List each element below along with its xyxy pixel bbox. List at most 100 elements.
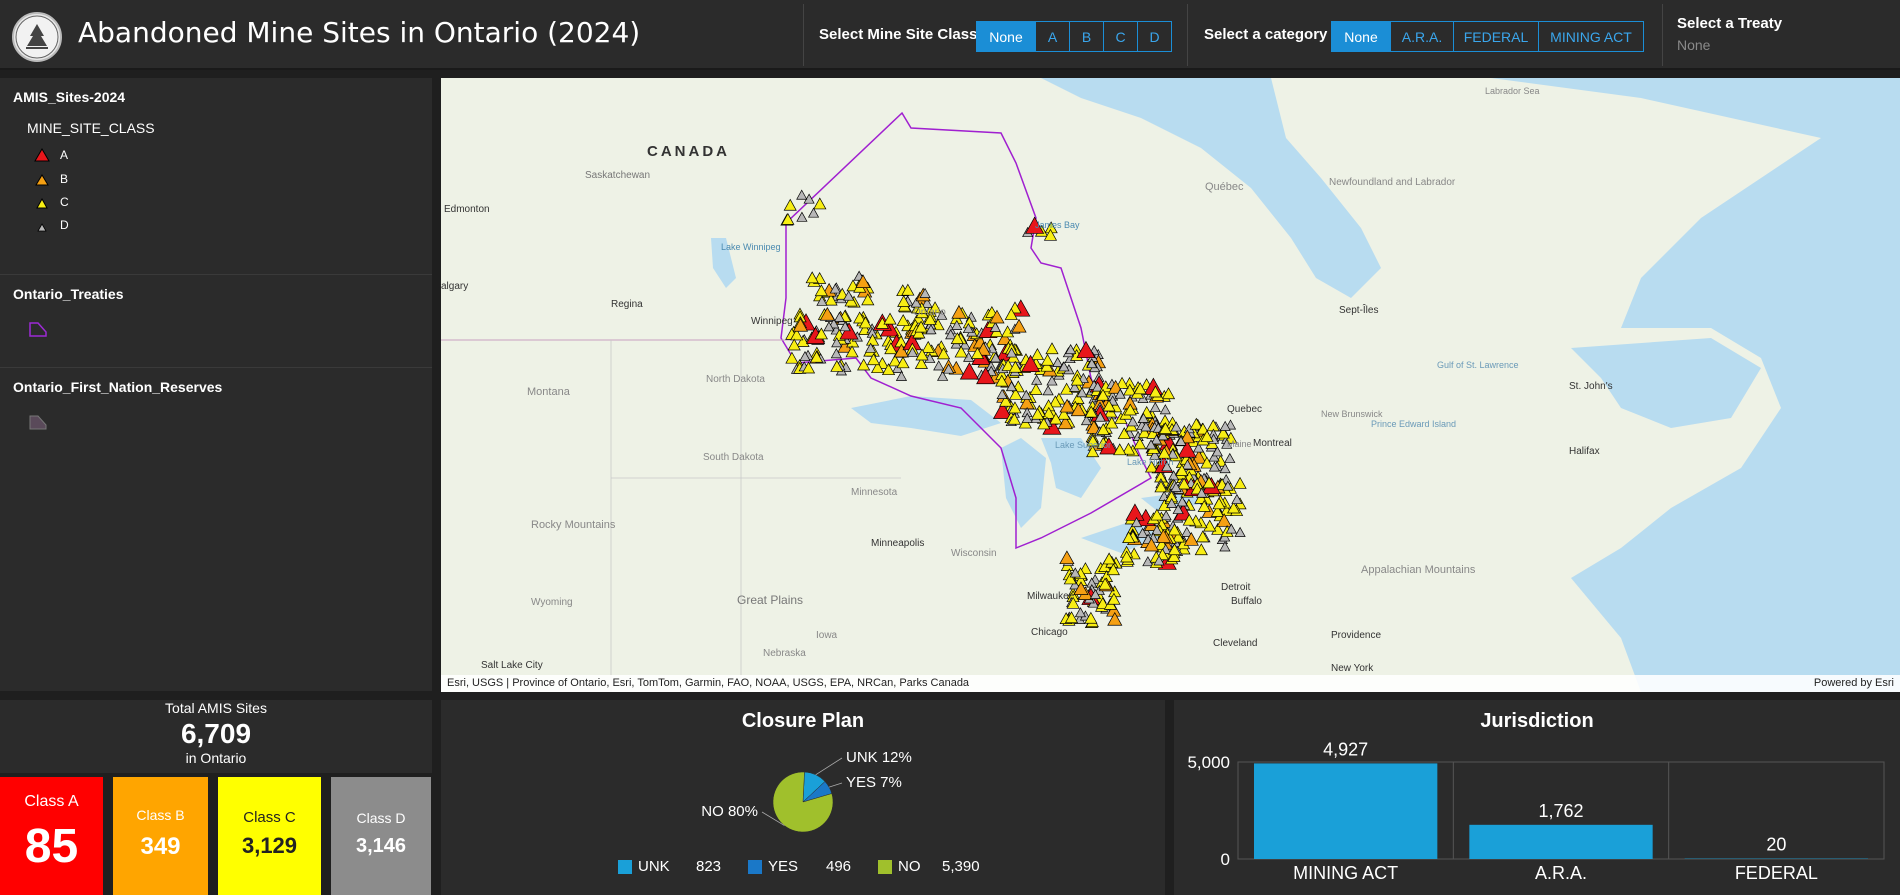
class-option-d[interactable]: D	[1137, 21, 1172, 52]
triangle-icon-orange	[35, 174, 49, 186]
header-divider	[1187, 4, 1188, 66]
jurisdiction-title: Jurisdiction	[1480, 710, 1594, 732]
treaty-selector-value[interactable]: None	[1677, 37, 1710, 53]
bar[interactable]	[1254, 763, 1438, 859]
map-label: Great Plains	[737, 593, 803, 607]
map-label: Salt Lake City	[481, 660, 543, 671]
closure-legend-unk[interactable]: UNK 823	[618, 858, 721, 875]
treaty-selector-label: Select a Treaty	[1677, 15, 1783, 32]
map-label: Winnipeg	[751, 316, 793, 327]
header-divider	[1662, 4, 1663, 66]
triangle-icon-red	[34, 148, 50, 162]
legend-field-name: MINE_SITE_CLASS	[27, 120, 155, 136]
category-selector: None A.R.A. FEDERAL MINING ACT	[1331, 21, 1644, 52]
reserve-polygon-icon	[29, 415, 47, 430]
map-label: Wisconsin	[951, 548, 997, 559]
pie-label: YES 7%	[846, 774, 902, 791]
legend-name: UNK	[638, 858, 670, 875]
closure-legend-yes[interactable]: YES 496	[748, 858, 851, 875]
legend-section-amis: AMIS_Sites-2024 MINE_SITE_CLASS A B C D	[0, 78, 432, 275]
legend-swatch	[748, 859, 762, 874]
total-sites-label: Total AMIS Sites	[165, 700, 267, 716]
map-label: Gulf of St. Lawrence	[1437, 360, 1519, 370]
legend-swatch	[618, 859, 632, 874]
map-label: algary	[441, 281, 468, 292]
legend-item-class-d: D	[34, 218, 69, 232]
map-label: Cleveland	[1213, 638, 1257, 649]
class-d-card: Class D 3,146	[331, 777, 431, 895]
class-c-card: Class C 3,129	[218, 777, 321, 895]
triangle-icon-yellow	[36, 197, 48, 209]
class-d-value: 3,146	[355, 835, 407, 857]
legend-layer-title: Ontario_First_Nation_Reserves	[13, 379, 223, 395]
class-option-c[interactable]: C	[1103, 21, 1138, 52]
category-option-mining-act[interactable]: MINING ACT	[1538, 21, 1644, 52]
jurisdiction-bar-chart[interactable]: 0 5,000 4,927 MINING ACT 1,762 A.R.A. 20 FEDERA…	[1174, 735, 1900, 895]
map-label: South Dakota	[703, 452, 764, 463]
legend-swatch	[878, 859, 892, 874]
closure-legend-no[interactable]: NO 5,390	[878, 858, 980, 875]
class-a-value: 85	[24, 820, 79, 873]
map-attribution: Esri, USGS | Province of Ontario, Esri, …	[441, 675, 1900, 692]
total-sites-value: 6,709	[180, 718, 252, 749]
y-tick-label: 5,000	[1187, 753, 1230, 772]
category-option-none[interactable]: None	[1331, 21, 1391, 52]
jurisdiction-panel: Jurisdiction 0 5,000 4,927 MINING ACT 1,762 A…	[1174, 700, 1900, 895]
powered-by-text[interactable]: Powered by Esri	[1814, 675, 1894, 692]
legend-layer-title: Ontario_Treaties	[13, 286, 124, 302]
class-d-label: Class D	[356, 810, 406, 826]
map-label: Appalachian Mountains	[1361, 564, 1476, 576]
map-label: Chicago	[1031, 627, 1068, 638]
y-tick-label: 0	[1221, 850, 1230, 869]
map-label: North Dakota	[706, 374, 765, 385]
treaty-polygon-icon	[29, 322, 47, 337]
legend-item-class-b: B	[34, 172, 68, 186]
bar-value-label: 1,762	[1538, 801, 1583, 821]
map-label: Labrador Sea	[1485, 86, 1540, 96]
category-selector-label: Select a category	[1204, 26, 1328, 43]
closure-plan-title: Closure Plan	[741, 710, 865, 732]
map-label: Rocky Mountains	[531, 519, 616, 531]
legend-name: YES	[768, 858, 799, 875]
map-label: Milwaukee	[1027, 591, 1075, 602]
pie-leader-line	[815, 757, 843, 776]
x-tick-label: FEDERAL	[1735, 863, 1818, 883]
map-label: Buffalo	[1231, 596, 1262, 607]
map-label: Montana	[527, 386, 571, 398]
map-label: St. John's	[1569, 381, 1613, 392]
class-selector: None A B C D	[976, 21, 1172, 52]
bar-value-label: 20	[1766, 835, 1786, 855]
legend-item-label: D	[60, 218, 69, 232]
map-view[interactable]: CANADA Saskatchewan Edmonton algary Regina Wi…	[441, 78, 1900, 692]
category-option-ara[interactable]: A.R.A.	[1390, 21, 1454, 52]
app-header: Abandoned Mine Sites in Ontario (2024) S…	[0, 0, 1900, 70]
map-label: Minneapolis	[871, 538, 924, 549]
header-divider	[803, 4, 804, 66]
class-option-none[interactable]: None	[976, 21, 1036, 52]
bar-value-label: 4,927	[1323, 739, 1368, 759]
pie-label: NO 80%	[701, 803, 758, 820]
total-sites-panel: Total AMIS Sites 6,709 in Ontario	[0, 700, 432, 773]
attribution-text: Esri, USGS | Province of Ontario, Esri, …	[447, 677, 970, 689]
map-canvas[interactable]: CANADA Saskatchewan Edmonton algary Regina Wi…	[441, 78, 1900, 692]
map-label: Wyoming	[531, 597, 573, 608]
class-b-card: Class B 349	[113, 777, 208, 895]
bar[interactable]	[1469, 824, 1653, 859]
legend-item-label: A	[60, 148, 69, 162]
x-tick-label: A.R.A.	[1535, 863, 1587, 883]
pie-leader-line	[828, 782, 843, 788]
map-label: Ontario	[913, 307, 946, 318]
map-label: Sept-Îles	[1339, 303, 1378, 316]
map-label: Halifax	[1569, 446, 1600, 457]
class-option-b[interactable]: B	[1069, 21, 1104, 52]
class-option-a[interactable]: A	[1035, 21, 1070, 52]
map-label: James Bay	[1035, 220, 1080, 230]
category-option-federal[interactable]: FEDERAL	[1453, 21, 1539, 52]
total-sites-sub: in Ontario	[185, 750, 247, 766]
x-tick-label: MINING ACT	[1293, 863, 1398, 883]
triangle-icon-grey	[37, 223, 47, 232]
map-label: CANADA	[647, 143, 730, 160]
app-title: Abandoned Mine Sites in Ontario (2024)	[78, 16, 641, 49]
map-label: Lake Superior	[1055, 440, 1111, 450]
map-label: Minnesota	[851, 487, 898, 498]
